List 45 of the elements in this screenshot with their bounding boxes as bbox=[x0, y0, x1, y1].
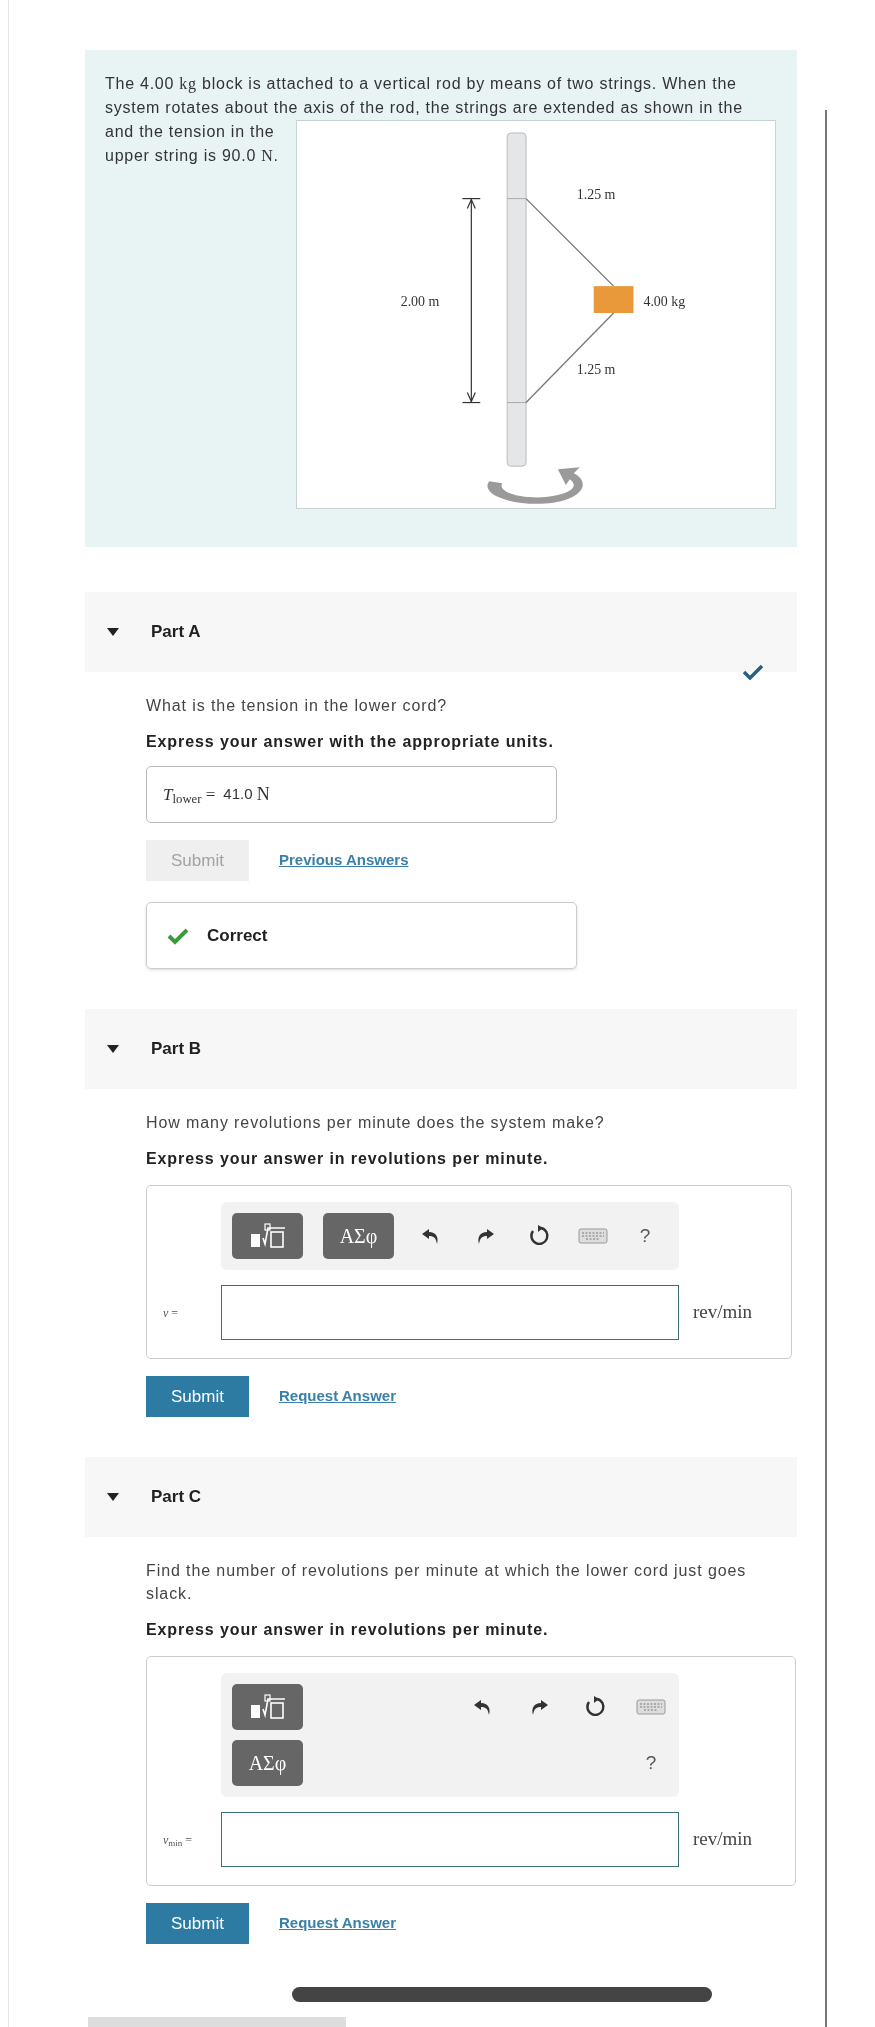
answer-field[interactable] bbox=[221, 1285, 679, 1340]
checkmark-icon bbox=[167, 926, 189, 945]
variable-label: ν$_{min}$ = bbox=[163, 1831, 194, 1850]
block bbox=[593, 286, 634, 313]
part-header[interactable]: Part C bbox=[85, 1457, 797, 1537]
part-header[interactable]: Part B bbox=[85, 1009, 797, 1089]
dimension-label: 1.25 m bbox=[576, 361, 616, 377]
answer-link[interactable]: Request Answer bbox=[279, 1912, 396, 1935]
symbols-button[interactable]: ΑΣφ bbox=[232, 1740, 303, 1786]
problem-text: The 4.00 kg block is attached to a vertical rod by means of two strings. When the system rotates about the axis of the rod, the strings are extended as shown in the and the tension in the upper string is 90.0 N. bbox=[105, 74, 744, 166]
answer-field[interactable]: T$_{lower}$ = 41.0 N bbox=[146, 766, 557, 823]
reset-icon bbox=[527, 1224, 551, 1248]
submit-button[interactable]: Submit bbox=[146, 1903, 249, 1944]
submit-button[interactable]: Submit bbox=[146, 1376, 249, 1417]
answer-link[interactable]: Request Answer bbox=[279, 1385, 396, 1408]
templates-button[interactable] bbox=[232, 1213, 303, 1259]
part-title: Part B bbox=[151, 1038, 202, 1061]
instruction-text: Express your answer in revolutions per minute. bbox=[146, 1620, 550, 1640]
rotation-arrow-icon bbox=[487, 467, 583, 504]
help-button[interactable]: ? bbox=[636, 1748, 666, 1778]
part-title: Part C bbox=[151, 1486, 202, 1509]
variable-label: ν = bbox=[163, 1304, 180, 1322]
symbols-button[interactable]: ΑΣφ bbox=[323, 1213, 394, 1259]
reset-icon bbox=[583, 1695, 607, 1719]
instruction-text: Express your answer with the appropriate units. bbox=[146, 732, 555, 752]
keyboard-icon bbox=[578, 1227, 608, 1245]
template-icon bbox=[248, 1222, 287, 1250]
dimension-label: 1.25 m bbox=[576, 186, 616, 202]
instruction-text: Express your answer in revolutions per minute. bbox=[146, 1149, 550, 1169]
templates-button[interactable] bbox=[232, 1684, 303, 1730]
part-header[interactable]: Part A bbox=[85, 592, 797, 672]
answer-link[interactable]: Previous Answers bbox=[279, 849, 409, 872]
keyboard-icon bbox=[636, 1698, 666, 1716]
dimension-label: 2.00 m bbox=[400, 294, 440, 310]
question-text: What is the tension in the lower cord? bbox=[146, 696, 448, 716]
unit-label: rev/min bbox=[693, 1827, 754, 1852]
unit-label: rev/min bbox=[693, 1300, 754, 1325]
answer-field[interactable] bbox=[221, 1812, 679, 1867]
mass-label: 4.00 kg bbox=[643, 294, 686, 310]
question-text: Find the number of revolutions per minute at which the lower cord just goes slack. bbox=[146, 1561, 748, 1604]
help-button[interactable]: ? bbox=[630, 1221, 660, 1251]
part-title: Part A bbox=[151, 621, 201, 644]
feedback-text: Correct bbox=[207, 924, 268, 947]
question-text: How many revolutions per minute does the system make? bbox=[146, 1113, 606, 1133]
template-icon bbox=[248, 1693, 287, 1721]
